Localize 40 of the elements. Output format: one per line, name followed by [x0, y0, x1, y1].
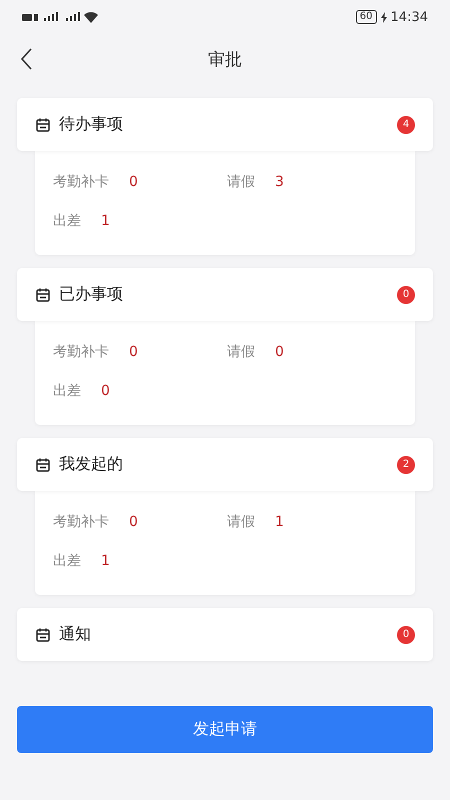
- item-label: 请假: [227, 513, 255, 531]
- section-title: 通知: [59, 624, 92, 645]
- section-header[interactable]: 通知 0: [17, 608, 433, 661]
- count-badge: 0: [397, 286, 415, 304]
- section-title: 待办事项: [59, 114, 124, 135]
- clock-time: 14:34: [390, 10, 428, 24]
- count-badge: 4: [397, 116, 415, 134]
- item-label: 出差: [53, 382, 81, 400]
- item-label: 请假: [227, 173, 255, 191]
- signal-icon: [22, 11, 100, 23]
- item-label: 考勤补卡: [53, 513, 109, 531]
- section-header[interactable]: 待办事项 4: [17, 98, 433, 151]
- item-count: 0: [129, 344, 138, 360]
- calendar-icon: [35, 286, 51, 302]
- item-count: 0: [129, 174, 138, 190]
- item-label: 请假: [227, 343, 255, 361]
- item-count: 1: [101, 213, 110, 229]
- item-count: 3: [275, 174, 284, 190]
- section-header[interactable]: 我发起的 2: [17, 438, 433, 491]
- section-title: 我发起的: [59, 454, 124, 475]
- calendar-icon: [35, 116, 51, 132]
- item-label: 考勤补卡: [53, 173, 109, 191]
- battery-level: 60: [356, 10, 377, 24]
- calendar-icon: [35, 626, 51, 642]
- item-count: 1: [275, 514, 284, 530]
- count-badge: 2: [397, 456, 415, 474]
- item-count: 1: [101, 553, 110, 569]
- item-count: 0: [101, 383, 110, 399]
- item-count: 0: [129, 514, 138, 530]
- section-title: 已办事项: [59, 284, 124, 305]
- section-header[interactable]: 已办事项 0: [17, 268, 433, 321]
- item-label: 出差: [53, 552, 81, 570]
- charging-icon: [380, 12, 387, 22]
- item-count: 0: [275, 344, 284, 360]
- item-label: 出差: [53, 212, 81, 230]
- page-title: 审批: [208, 48, 242, 70]
- item-label: 考勤补卡: [53, 343, 109, 361]
- count-badge: 0: [397, 626, 415, 644]
- submit-button[interactable]: 发起申请: [17, 706, 433, 753]
- calendar-icon: [35, 456, 51, 472]
